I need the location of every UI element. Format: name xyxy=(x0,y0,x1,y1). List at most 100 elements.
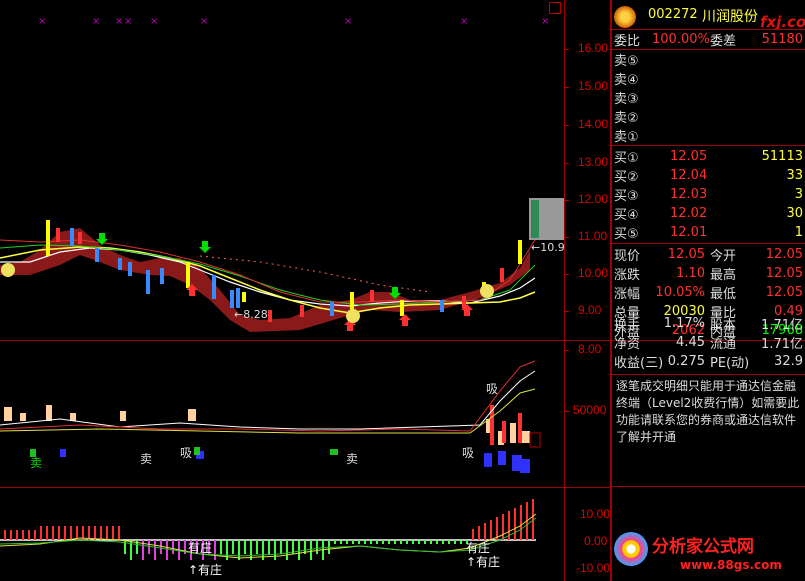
low-price-annotation: ←8.28 xyxy=(234,308,268,321)
fin-value: 32.9 xyxy=(774,354,803,369)
fin-label: 收益(三) xyxy=(614,356,664,371)
sell-level-label: 卖④ xyxy=(614,73,639,88)
macd-bar xyxy=(58,526,60,540)
fin-label: 净资 xyxy=(614,337,641,352)
macd-bar xyxy=(154,540,156,560)
zhuang-signal-label: 有庄 xyxy=(466,540,490,555)
macd-bar xyxy=(52,526,54,540)
macd-bar xyxy=(448,540,450,544)
stat-value: 1.10 xyxy=(676,266,705,281)
buy-level-volume: 51113 xyxy=(761,149,803,164)
macd-bar xyxy=(328,540,330,554)
site-logo-url[interactable]: www.88gs.com xyxy=(680,558,782,572)
stat-label: 今开 xyxy=(710,249,737,264)
weicha-label: 委差 xyxy=(710,34,737,49)
sell-signal-label: 卖 xyxy=(346,452,358,466)
macd-bar xyxy=(148,540,150,554)
high-price-annotation: ←10.95 xyxy=(531,241,564,254)
buy-level-label: 买② xyxy=(614,170,639,185)
buy-level-label: 买③ xyxy=(614,189,639,204)
macd-bar xyxy=(244,540,246,554)
fin-label: 股本 xyxy=(710,318,737,333)
price-axis-tick xyxy=(564,350,569,351)
volume-chart: 卖 卖 吸 卖 吸 吸 xyxy=(0,360,541,473)
sell-signal-label: 卖 xyxy=(140,452,152,466)
stat-value: 12.05 xyxy=(765,247,803,262)
marker-x: × xyxy=(344,16,352,27)
price-chart: × × × × × × × × × ←10.9 ←8.28 xyxy=(0,16,564,332)
price-axis-tick xyxy=(564,311,569,312)
app-logo-icon xyxy=(614,6,636,28)
price-axis-label: 11.00 xyxy=(578,229,608,243)
macd-bar xyxy=(478,526,480,540)
smiley-icon xyxy=(480,284,494,298)
ma-line-yellow xyxy=(0,246,536,314)
macd-bar xyxy=(430,540,432,544)
macd-bar xyxy=(514,508,516,540)
fin-stat-row: 换手 1.17% 股本 1.71亿 xyxy=(612,314,805,333)
price-axis-label: 13.00 xyxy=(578,155,609,169)
macd-bar xyxy=(232,540,234,554)
macd-bar xyxy=(298,540,300,560)
stock-code: 002272 xyxy=(648,7,698,22)
fin-label: 流通 xyxy=(710,337,737,352)
marker-x: × xyxy=(38,16,46,27)
sell-signal-label: 卖 xyxy=(30,456,42,470)
buy-level-row: 买⑤ 12.01 1 xyxy=(612,223,805,242)
price-axis-tick xyxy=(564,49,569,50)
macd-bar xyxy=(10,530,12,540)
macd-bar xyxy=(166,540,168,560)
macd-bar xyxy=(268,540,270,554)
macd-bar xyxy=(124,540,126,554)
macd-bar xyxy=(118,526,120,540)
marker-x: × xyxy=(541,16,549,27)
smiley-icon xyxy=(1,263,15,277)
macd-bar xyxy=(22,530,24,540)
macd-bar xyxy=(352,540,354,544)
macd-bar xyxy=(484,523,486,540)
buy-level-volume: 33 xyxy=(786,168,803,183)
stat-label: 最低 xyxy=(710,287,737,302)
macd-bar xyxy=(256,540,258,554)
macd-chart: 有庄 ↑有庄 有庄 ↑有庄 xyxy=(0,499,537,577)
macd-bar xyxy=(472,529,474,540)
macd-bar xyxy=(64,526,66,540)
macd-bar xyxy=(376,540,378,544)
macd-bar xyxy=(100,526,102,540)
macd-bar xyxy=(454,540,456,544)
volume-axis-tick xyxy=(564,411,569,412)
macd-bar xyxy=(106,526,108,540)
marker-x: × xyxy=(115,16,123,27)
price-axis-label: 12.00 xyxy=(578,192,609,206)
macd-bar xyxy=(394,540,396,544)
macd-bar xyxy=(310,540,312,560)
stat-label: 涨幅 xyxy=(614,287,641,302)
macd-bar xyxy=(4,530,6,540)
sell-level-row: 卖⑤ xyxy=(612,50,805,69)
separator xyxy=(612,145,805,146)
stat-value: 10.05% xyxy=(655,285,705,300)
volume-line-red xyxy=(0,360,536,432)
macd-bar xyxy=(28,530,30,540)
price-axis-tick xyxy=(564,163,569,164)
macd-axis-label: 10.00 xyxy=(580,507,611,521)
price-axis-tick xyxy=(564,237,569,238)
buy-level-label: 买④ xyxy=(614,208,639,223)
macd-bar xyxy=(406,540,408,544)
macd-bar xyxy=(346,540,348,544)
price-axis-tick xyxy=(564,274,569,275)
zhuang-signal-label: 有庄 xyxy=(188,540,212,555)
macd-bar xyxy=(364,540,366,544)
macd-bar xyxy=(172,540,174,554)
marker-x: × xyxy=(460,16,468,27)
fin-value: 1.17% xyxy=(663,316,705,331)
macd-bar xyxy=(520,505,522,540)
macd-bar xyxy=(370,540,372,544)
macd-bar xyxy=(280,540,282,554)
quote-stat-row: 现价 12.05 今开 12.05 xyxy=(612,245,805,264)
fin-stat-row: 净资 4.45 流通 1.71亿 xyxy=(612,333,805,352)
macd-bar xyxy=(220,540,222,554)
macd-bar xyxy=(436,540,438,544)
site-logo-title: 分析家公式网 xyxy=(652,537,754,557)
buy-level-price: 12.02 xyxy=(670,206,708,221)
